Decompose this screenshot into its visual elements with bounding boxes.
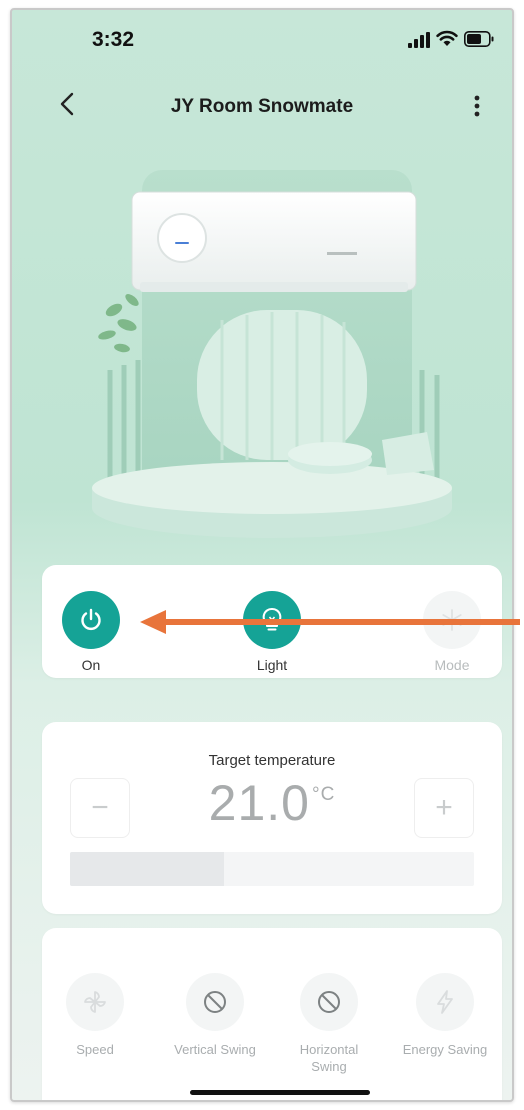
air-conditioner-illustration [92, 170, 452, 538]
energy-saving-button[interactable] [416, 973, 474, 1031]
fan-icon [84, 991, 106, 1013]
plus-icon: + [435, 791, 453, 824]
light-label: Light [256, 657, 288, 673]
speed-label: Speed [76, 1042, 114, 1057]
power-toggle[interactable]: On [46, 591, 136, 673]
status-time: 3:32 [92, 28, 135, 51]
temperature-unit: °C [312, 784, 336, 805]
prohibited-icon [318, 991, 340, 1013]
minus-icon: − [91, 791, 109, 824]
temperature-slider[interactable] [70, 852, 474, 886]
status-bar: 3:32 [12, 10, 512, 70]
energy-saving-label: Energy Saving [402, 1042, 488, 1057]
cellular-signal-icon [408, 32, 430, 48]
power-label: On [81, 657, 101, 673]
power-button[interactable] [62, 591, 120, 649]
mode-selector[interactable]: Mode [407, 591, 497, 673]
vertical-swing-label: Vertical Swing [174, 1042, 256, 1057]
speed-control[interactable]: Speed [40, 973, 150, 1058]
light-button[interactable] [243, 591, 301, 649]
lightning-icon [437, 990, 453, 1014]
vertical-swing-button[interactable] [186, 973, 244, 1031]
increase-temperature-button[interactable]: + [414, 778, 474, 838]
phone-screen: 3:32 JY Room Snowmate On Light Mode Targ… [10, 8, 514, 1102]
vertical-swing-control[interactable]: Vertical Swing [160, 973, 270, 1058]
prohibited-icon [204, 991, 226, 1013]
horizontal-swing-button[interactable] [300, 973, 358, 1031]
snowflake-icon [442, 609, 462, 631]
functions-card: Speed Vertical Swing Horizontal Swing En… [40, 928, 502, 1100]
more-vertical-icon[interactable] [462, 86, 492, 126]
temperature-number: 21.0 [208, 775, 310, 831]
primary-controls-card: On Light Mode [42, 565, 502, 678]
lightbulb-icon [262, 608, 282, 631]
target-temperature-label: Target temperature [208, 752, 336, 769]
horizontal-swing-label: Horizontal Swing [299, 1042, 359, 1074]
decrease-temperature-button[interactable]: − [70, 778, 130, 838]
speed-button[interactable] [66, 973, 124, 1031]
horizontal-swing-control[interactable]: Horizontal Swing [274, 973, 384, 1075]
mode-button[interactable] [423, 591, 481, 649]
page-title: JY Room Snowmate [170, 96, 354, 117]
power-icon [81, 608, 101, 631]
temperature-card: Target temperature 21.0 °C − + [42, 722, 502, 914]
nav-bar: JY Room Snowmate [12, 80, 512, 130]
wifi-icon [436, 30, 458, 46]
energy-saving-control[interactable]: Energy Saving [390, 973, 500, 1058]
home-indicator [190, 1090, 370, 1095]
light-toggle[interactable]: Light [227, 591, 317, 673]
battery-icon [464, 31, 494, 47]
mode-label: Mode [434, 657, 470, 673]
temperature-slider-fill [70, 852, 224, 886]
